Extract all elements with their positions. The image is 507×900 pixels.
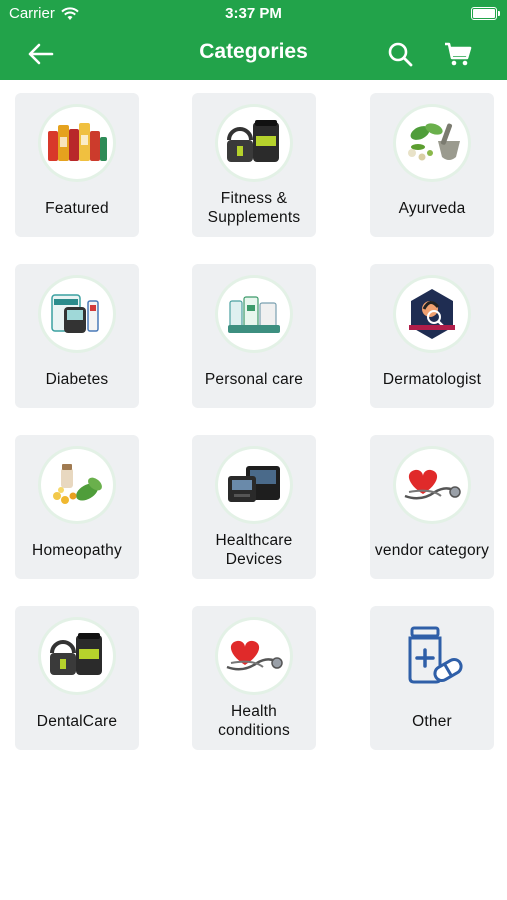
status-time: 3:37 PM (225, 5, 282, 22)
stethoscope-heart-icon (396, 449, 468, 521)
category-tile-personal-care[interactable]: Personal care (192, 264, 316, 408)
category-label: Featured (45, 199, 109, 217)
nav-bar: Categories (0, 28, 507, 80)
app-header: Carrier 3:37 PM Categories (0, 0, 507, 80)
category-label: Health conditions (218, 703, 290, 739)
battery-icon (471, 7, 500, 20)
cart-button[interactable] (442, 38, 474, 70)
category-tile-health-conditions[interactable]: Health conditions (192, 606, 316, 750)
category-tile-diabetes[interactable]: Diabetes (15, 264, 139, 408)
category-label: Other (412, 712, 452, 730)
category-label: Fitness & Supplements (207, 190, 301, 226)
diabetes-icon (41, 278, 113, 350)
category-tile-other[interactable]: Other (370, 606, 494, 750)
category-tile-vendor-category[interactable]: vendor category (370, 435, 494, 579)
stethoscope-heart-icon (218, 620, 290, 692)
category-tile-ayurveda[interactable]: Ayurveda (370, 93, 494, 237)
status-bar: Carrier 3:37 PM (0, 0, 507, 28)
healthcare-devices-icon (218, 449, 290, 521)
category-label: Homeopathy (32, 541, 122, 559)
category-tile-healthcare-devices[interactable]: Healthcare Devices (192, 435, 316, 579)
category-label: Diabetes (45, 370, 109, 388)
category-tile-dermatologist[interactable]: Dermatologist (370, 264, 494, 408)
medicine-bottle-icon (396, 620, 468, 692)
category-tile-fitness-supplements[interactable]: Fitness & Supplements (192, 93, 316, 237)
category-label: DentalCare (36, 712, 118, 730)
category-label: Dermatologist (382, 370, 482, 388)
search-icon (388, 42, 413, 67)
personal-care-icon (218, 278, 290, 350)
category-label: vendor category (374, 541, 490, 559)
category-label: Personal care (204, 370, 304, 388)
homeopathy-icon (41, 449, 113, 521)
cart-icon (445, 42, 472, 66)
category-label: Healthcare Devices (215, 532, 293, 568)
category-label: Ayurveda (398, 199, 466, 217)
featured-products-icon (41, 107, 113, 179)
category-tile-homeopathy[interactable]: Homeopathy (15, 435, 139, 579)
page-title: Categories (199, 40, 308, 63)
category-tile-dentalcare[interactable]: DentalCare (15, 606, 139, 750)
dermatologist-icon (396, 278, 468, 350)
fitness-supplements-icon (218, 107, 290, 179)
dentalcare-icon (41, 620, 113, 692)
search-button[interactable] (384, 38, 416, 70)
ayurveda-icon (396, 107, 468, 179)
category-tile-featured[interactable]: Featured (15, 93, 139, 237)
